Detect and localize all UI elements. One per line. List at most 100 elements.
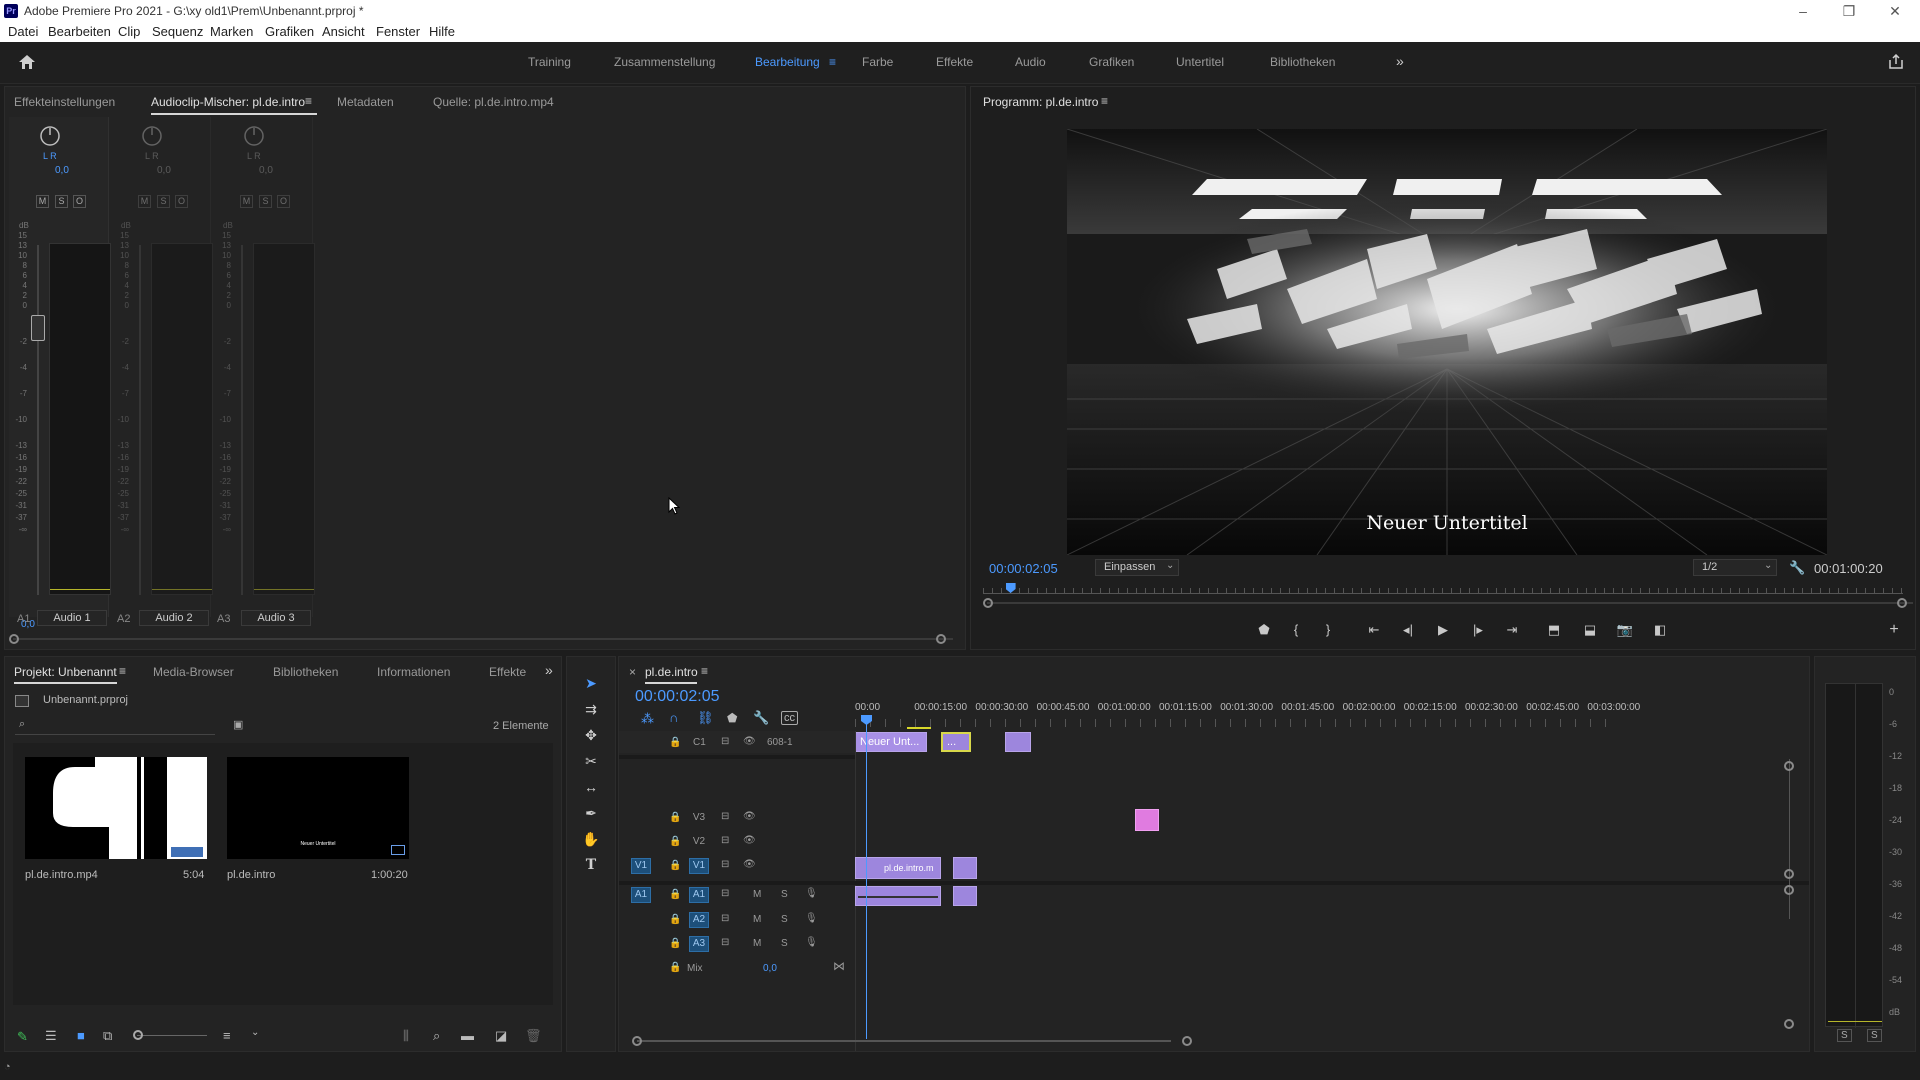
fit-dropdown[interactable]: Einpassen ⌄ — [1095, 559, 1179, 576]
menu-clip[interactable]: Clip — [118, 24, 140, 39]
scroll-start-handle[interactable] — [9, 634, 19, 644]
track-label-a3[interactable]: A3 — [689, 936, 709, 952]
go-to-out-icon[interactable]: ⇥ — [1503, 621, 1521, 639]
razor-tool-icon[interactable]: ✂ — [581, 751, 601, 771]
track-output-icon[interactable]: ⊟ — [721, 736, 729, 747]
program-monitor-title[interactable]: Programm: pl.de.intro — [983, 95, 1098, 109]
graphic-clip-v3[interactable] — [1135, 809, 1159, 831]
share-icon[interactable] — [1888, 54, 1904, 70]
solo-right-button[interactable]: S — [1867, 1029, 1882, 1042]
sort-icon[interactable]: ≡ — [223, 1028, 231, 1043]
new-bin-icon[interactable]: ▬ — [461, 1028, 474, 1043]
program-timecode[interactable]: 00:00:02:05 — [989, 561, 1058, 576]
track-output-icon[interactable]: ⊟ — [721, 888, 729, 899]
eye-icon[interactable]: 👁 — [743, 811, 756, 822]
menu-bearbeiten[interactable]: Bearbeiten — [48, 24, 111, 39]
trash-icon[interactable]: 🗑 — [525, 1028, 542, 1044]
horizontal-scrollbar[interactable] — [13, 638, 953, 640]
solo-button[interactable]: S — [781, 889, 788, 900]
program-scrub-bar[interactable] — [983, 583, 1903, 597]
pan-knob-icon[interactable] — [39, 125, 61, 147]
slip-tool-icon[interactable]: ↔ — [581, 777, 601, 797]
zoom-slider[interactable] — [137, 1035, 207, 1036]
nest-toggle-icon[interactable]: ⁂ — [641, 711, 654, 727]
workspace-effekte[interactable]: Effekte — [936, 55, 973, 69]
eye-icon[interactable]: 👁 — [743, 736, 756, 747]
menu-grafiken[interactable]: Grafiken — [265, 24, 314, 39]
tab-audioclip-mischer[interactable]: Audioclip-Mischer: pl.de.intro — [151, 95, 305, 109]
item-name[interactable]: pl.de.intro.mp4 — [25, 869, 98, 881]
extract-icon[interactable]: ⬓ — [1581, 621, 1599, 639]
solo-button[interactable]: S — [259, 195, 272, 208]
audio-clip-a1[interactable] — [953, 886, 977, 906]
overwrite-button[interactable]: O — [277, 195, 290, 208]
zoom-slider-handle[interactable] — [133, 1030, 143, 1040]
go-to-in-icon[interactable]: ⇤ — [1365, 621, 1383, 639]
workspace-farbe[interactable]: Farbe — [862, 55, 893, 69]
caption-clip[interactable]: ... — [941, 732, 971, 752]
zoom-scrollbar[interactable] — [987, 602, 1913, 604]
timeline-playhead[interactable] — [866, 721, 867, 1039]
track-label-a1[interactable]: A1 — [689, 887, 709, 903]
vertical-scrollbar-video[interactable] — [1789, 759, 1797, 919]
workspace-zusammenstellung[interactable]: Zusammenstellung — [614, 55, 715, 69]
scroll-handle[interactable] — [1784, 761, 1794, 771]
resolution-dropdown[interactable]: 1/2 ⌄ — [1693, 559, 1777, 576]
scroll-handle[interactable] — [1784, 869, 1794, 879]
find-icon[interactable]: ⌕ — [433, 1028, 440, 1044]
play-icon[interactable]: ▶ — [1434, 621, 1452, 639]
workspace-menu-icon[interactable]: ≡ — [829, 55, 836, 69]
source-patch-v1[interactable]: V1 — [631, 858, 651, 874]
step-back-icon[interactable]: ◂| — [1399, 621, 1417, 639]
pencil-icon[interactable]: ✎ — [17, 1029, 28, 1045]
lock-icon[interactable]: 🔒 — [669, 889, 681, 900]
tab-effekte[interactable]: Effekte — [489, 665, 526, 679]
comparison-view-icon[interactable]: ◧ — [1651, 621, 1669, 639]
video-clip-v1[interactable]: pl.de.intro.m — [855, 857, 941, 879]
track-output-icon[interactable]: ⊟ — [721, 835, 729, 846]
track-label-a2[interactable]: A2 — [689, 912, 709, 928]
scroll-handle[interactable] — [1784, 1019, 1794, 1029]
scroll-handle[interactable] — [1784, 885, 1794, 895]
lock-icon[interactable]: 🔒 — [669, 962, 681, 973]
add-marker-icon[interactable]: ⬟ — [727, 711, 737, 725]
close-icon[interactable]: ✕ — [1872, 2, 1918, 20]
panel-menu-icon[interactable]: ≡ — [119, 664, 126, 678]
solo-button[interactable]: S — [55, 195, 68, 208]
solo-button[interactable]: S — [781, 914, 788, 925]
tab-media-browser[interactable]: Media-Browser — [153, 665, 234, 679]
tab-quelle[interactable]: Quelle: pl.de.intro.mp4 — [433, 95, 554, 109]
close-sequence-icon[interactable]: × — [629, 665, 636, 679]
list-view-icon[interactable]: ☰ — [45, 1028, 57, 1044]
menu-sequenz[interactable]: Sequenz — [152, 24, 203, 39]
zoom-start-handle[interactable] — [983, 598, 993, 608]
tab-effekteinstellungen[interactable]: Effekteinstellungen — [14, 95, 115, 109]
type-tool-icon[interactable]: T — [581, 855, 601, 875]
pan-knob-icon[interactable] — [141, 125, 163, 147]
scroll-start-handle[interactable] — [632, 1036, 642, 1046]
timeline-settings-icon[interactable]: 🔧 — [753, 710, 769, 726]
microphone-icon[interactable]: 🎙 — [805, 888, 818, 899]
mute-button[interactable]: M — [753, 889, 761, 900]
track-output-icon[interactable]: ⊟ — [721, 811, 729, 822]
track-label-v3[interactable]: V3 — [689, 810, 709, 826]
overwrite-button[interactable]: O — [73, 195, 86, 208]
step-forward-icon[interactable]: |▸ — [1469, 621, 1487, 639]
track-select-tool-icon[interactable]: ⇉ — [581, 699, 601, 719]
lift-icon[interactable]: ⬒ — [1545, 621, 1563, 639]
selection-tool-icon[interactable]: ➤ — [581, 673, 601, 693]
zoom-end-handle[interactable] — [1897, 598, 1907, 608]
mute-button[interactable]: M — [753, 914, 761, 925]
eye-icon[interactable]: 👁 — [743, 859, 756, 870]
video-frame[interactable]: Neuer Untertitel — [1067, 129, 1827, 555]
pan-value[interactable]: 0,0 — [157, 165, 171, 176]
chevron-down-icon[interactable]: ⌄ — [251, 1027, 259, 1038]
workspace-bearbeitung[interactable]: Bearbeitung — [755, 55, 820, 69]
tab-informationen[interactable]: Informationen — [377, 665, 450, 679]
linked-selection-icon[interactable]: ⛓ — [697, 710, 714, 726]
pan-knob-icon[interactable] — [243, 125, 265, 147]
workspace-audio[interactable]: Audio — [1015, 55, 1046, 69]
work-area-bar[interactable] — [907, 727, 931, 729]
add-marker-icon[interactable]: ⬟ — [1255, 621, 1273, 639]
caption-clip[interactable] — [1005, 732, 1031, 752]
